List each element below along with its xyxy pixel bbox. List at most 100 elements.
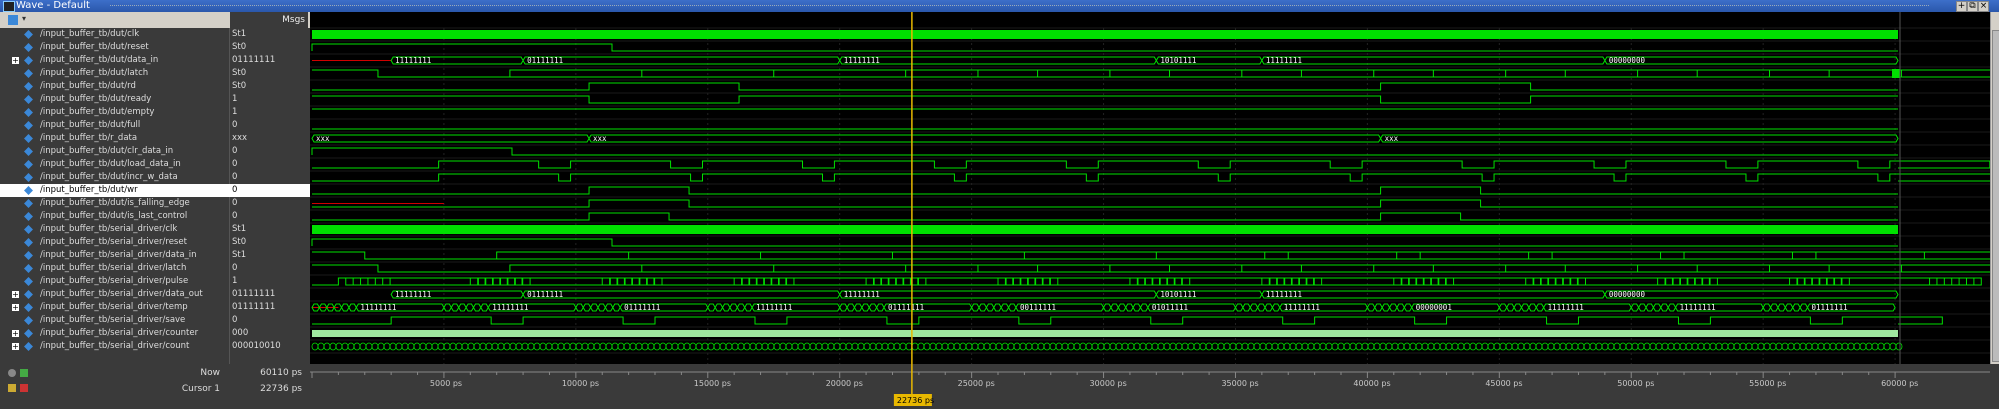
now-label: Now [200,368,220,378]
count-bus-segment [1019,342,1027,351]
count-bus-segment [1829,342,1837,351]
signal-row[interactable]: /input_buffer_tb/dut/rd [0,80,229,93]
count-bus-segment [533,342,541,351]
signal-row[interactable]: + /input_buffer_tb/serial_driver/data_out [0,288,229,301]
count-bus-segment [1637,342,1645,351]
signal-value: 01111111 [232,302,276,312]
count-bus-segment [623,342,631,351]
count-bus-segment [491,342,499,351]
count-bus-segment [1823,342,1831,351]
count-bus-segment [1469,342,1477,351]
expand-icon[interactable]: + [12,57,19,65]
ruler-tick-label: 60000 ps [1881,379,1918,388]
count-bus-segment [1847,342,1855,351]
signal-row[interactable]: /input_buffer_tb/serial_driver/reset [0,236,229,249]
signal-row[interactable]: /input_buffer_tb/dut/load_data_in [0,158,229,171]
count-bus-segment [995,342,1003,351]
count-bus-segment [1715,342,1723,351]
count-bus-segment [833,342,841,351]
bus-value-label: 11111111 [1266,290,1302,299]
bus-segment [1257,303,1266,312]
count-bus-segment [797,342,805,351]
signal-row[interactable]: /input_buffer_tb/serial_driver/pulse [0,275,229,288]
scroll-thumb[interactable] [1992,30,1999,362]
bus-segment [1007,303,1017,312]
vertical-scrollbar[interactable] [1990,12,1999,364]
count-bus-segment [323,342,331,351]
signal-value: St0 [232,81,247,91]
count-bus-segment [1721,342,1729,351]
count-bus-segment [1175,342,1183,351]
signal-row[interactable]: /input_buffer_tb/dut/reset [0,41,229,54]
cursor-label[interactable]: Cursor 1 [150,384,220,394]
bus-value-label: 11111111 [844,290,880,299]
expand-icon[interactable]: + [12,343,19,351]
signal-row[interactable]: /input_buffer_tb/dut/is_last_control [0,210,229,223]
bus-segment [1513,303,1523,312]
bus-segment [1604,290,1899,299]
signal-waveform [312,186,1898,195]
signal-row[interactable]: + /input_buffer_tb/serial_driver/count [0,340,229,353]
cursor-add-icon[interactable] [20,369,28,377]
count-bus-segment [1805,342,1813,351]
signal-row[interactable]: /input_buffer_tb/dut/clk [0,28,229,41]
signal-row[interactable]: /input_buffer_tb/dut/ready [0,93,229,106]
titlebar-grip[interactable] [110,5,1929,8]
signal-row[interactable]: /input_buffer_tb/dut/full [0,119,229,132]
expand-icon[interactable]: + [12,330,19,338]
count-bus-segment [635,342,643,351]
signal-row[interactable]: /input_buffer_tb/serial_driver/clk [0,223,229,236]
count-bus-segment [1079,342,1087,351]
count-bus-segment [509,342,517,351]
dock-icon[interactable]: + [1956,1,1967,12]
expand-icon[interactable]: + [12,291,19,299]
signal-name: /input_buffer_tb/dut/wr [40,185,138,195]
bus-segment [1777,303,1786,312]
signal-value: 1 [232,94,238,104]
signal-row[interactable]: /input_buffer_tb/dut/incr_w_data [0,171,229,184]
signal-icon [24,225,33,234]
bus-segment [311,134,590,143]
bus-segment [1102,303,1112,312]
signal-row[interactable]: /input_buffer_tb/dut/empty [0,106,229,119]
signal-menu-icon[interactable] [8,15,18,25]
signal-row[interactable]: /input_buffer_tb/dut/wr [0,184,229,197]
signal-row[interactable]: /input_buffer_tb/dut/clr_data_in [0,145,229,158]
chevron-down-icon[interactable]: ▾ [22,14,26,23]
expand-icon[interactable]: + [12,304,19,312]
close-icon[interactable]: × [1978,1,1989,12]
undock-icon[interactable]: ⧉ [1967,1,1978,12]
cursor-lock-icon[interactable] [8,384,16,392]
signal-row[interactable]: /input_buffer_tb/dut/is_falling_edge [0,197,229,210]
signal-value: 0 [232,120,238,130]
signal-row[interactable]: /input_buffer_tb/dut/latch [0,67,229,80]
count-bus-segment [1307,342,1315,351]
count-bus-segment [335,342,343,351]
waveform-pane[interactable]: 11111111 01111111 11111111 10101111 11111111… [310,12,1990,364]
signal-row[interactable]: /input_buffer_tb/serial_driver/data_in [0,249,229,262]
messages-column-header: Msgs [230,12,308,28]
timeline-ruler[interactable]: 5000 ps 10000 ps 15000 ps 20000 ps 25000 ps 3… [310,364,1990,409]
bus-segment [729,303,738,312]
signal-value: 01111111 [232,55,276,65]
count-bus-segment [1511,342,1519,351]
cursor-delete-icon[interactable] [20,384,28,392]
signal-marker [1892,69,1900,78]
signal-row[interactable]: + /input_buffer_tb/dut/data_in [0,54,229,67]
count-bus-segment [791,342,799,351]
signal-row[interactable]: /input_buffer_tb/serial_driver/save [0,314,229,327]
count-bus-segment [821,342,829,351]
bus-segment [472,303,482,312]
bus-segment [1374,303,1383,312]
signal-row[interactable]: + /input_buffer_tb/serial_driver/temp [0,301,229,314]
count-bus-segment [1529,342,1537,351]
signal-row[interactable]: + /input_buffer_tb/serial_driver/counter [0,327,229,340]
signal-icon [24,290,33,299]
count-bus-segment [1571,342,1579,351]
signal-name: /input_buffer_tb/serial_driver/temp [40,302,188,312]
signal-row[interactable]: /input_buffer_tb/r_data [0,132,229,145]
bus-segment [744,303,753,312]
count-bus-segment [851,342,859,351]
zoom-icon[interactable] [8,369,16,377]
signal-row[interactable]: /input_buffer_tb/serial_driver/latch [0,262,229,275]
